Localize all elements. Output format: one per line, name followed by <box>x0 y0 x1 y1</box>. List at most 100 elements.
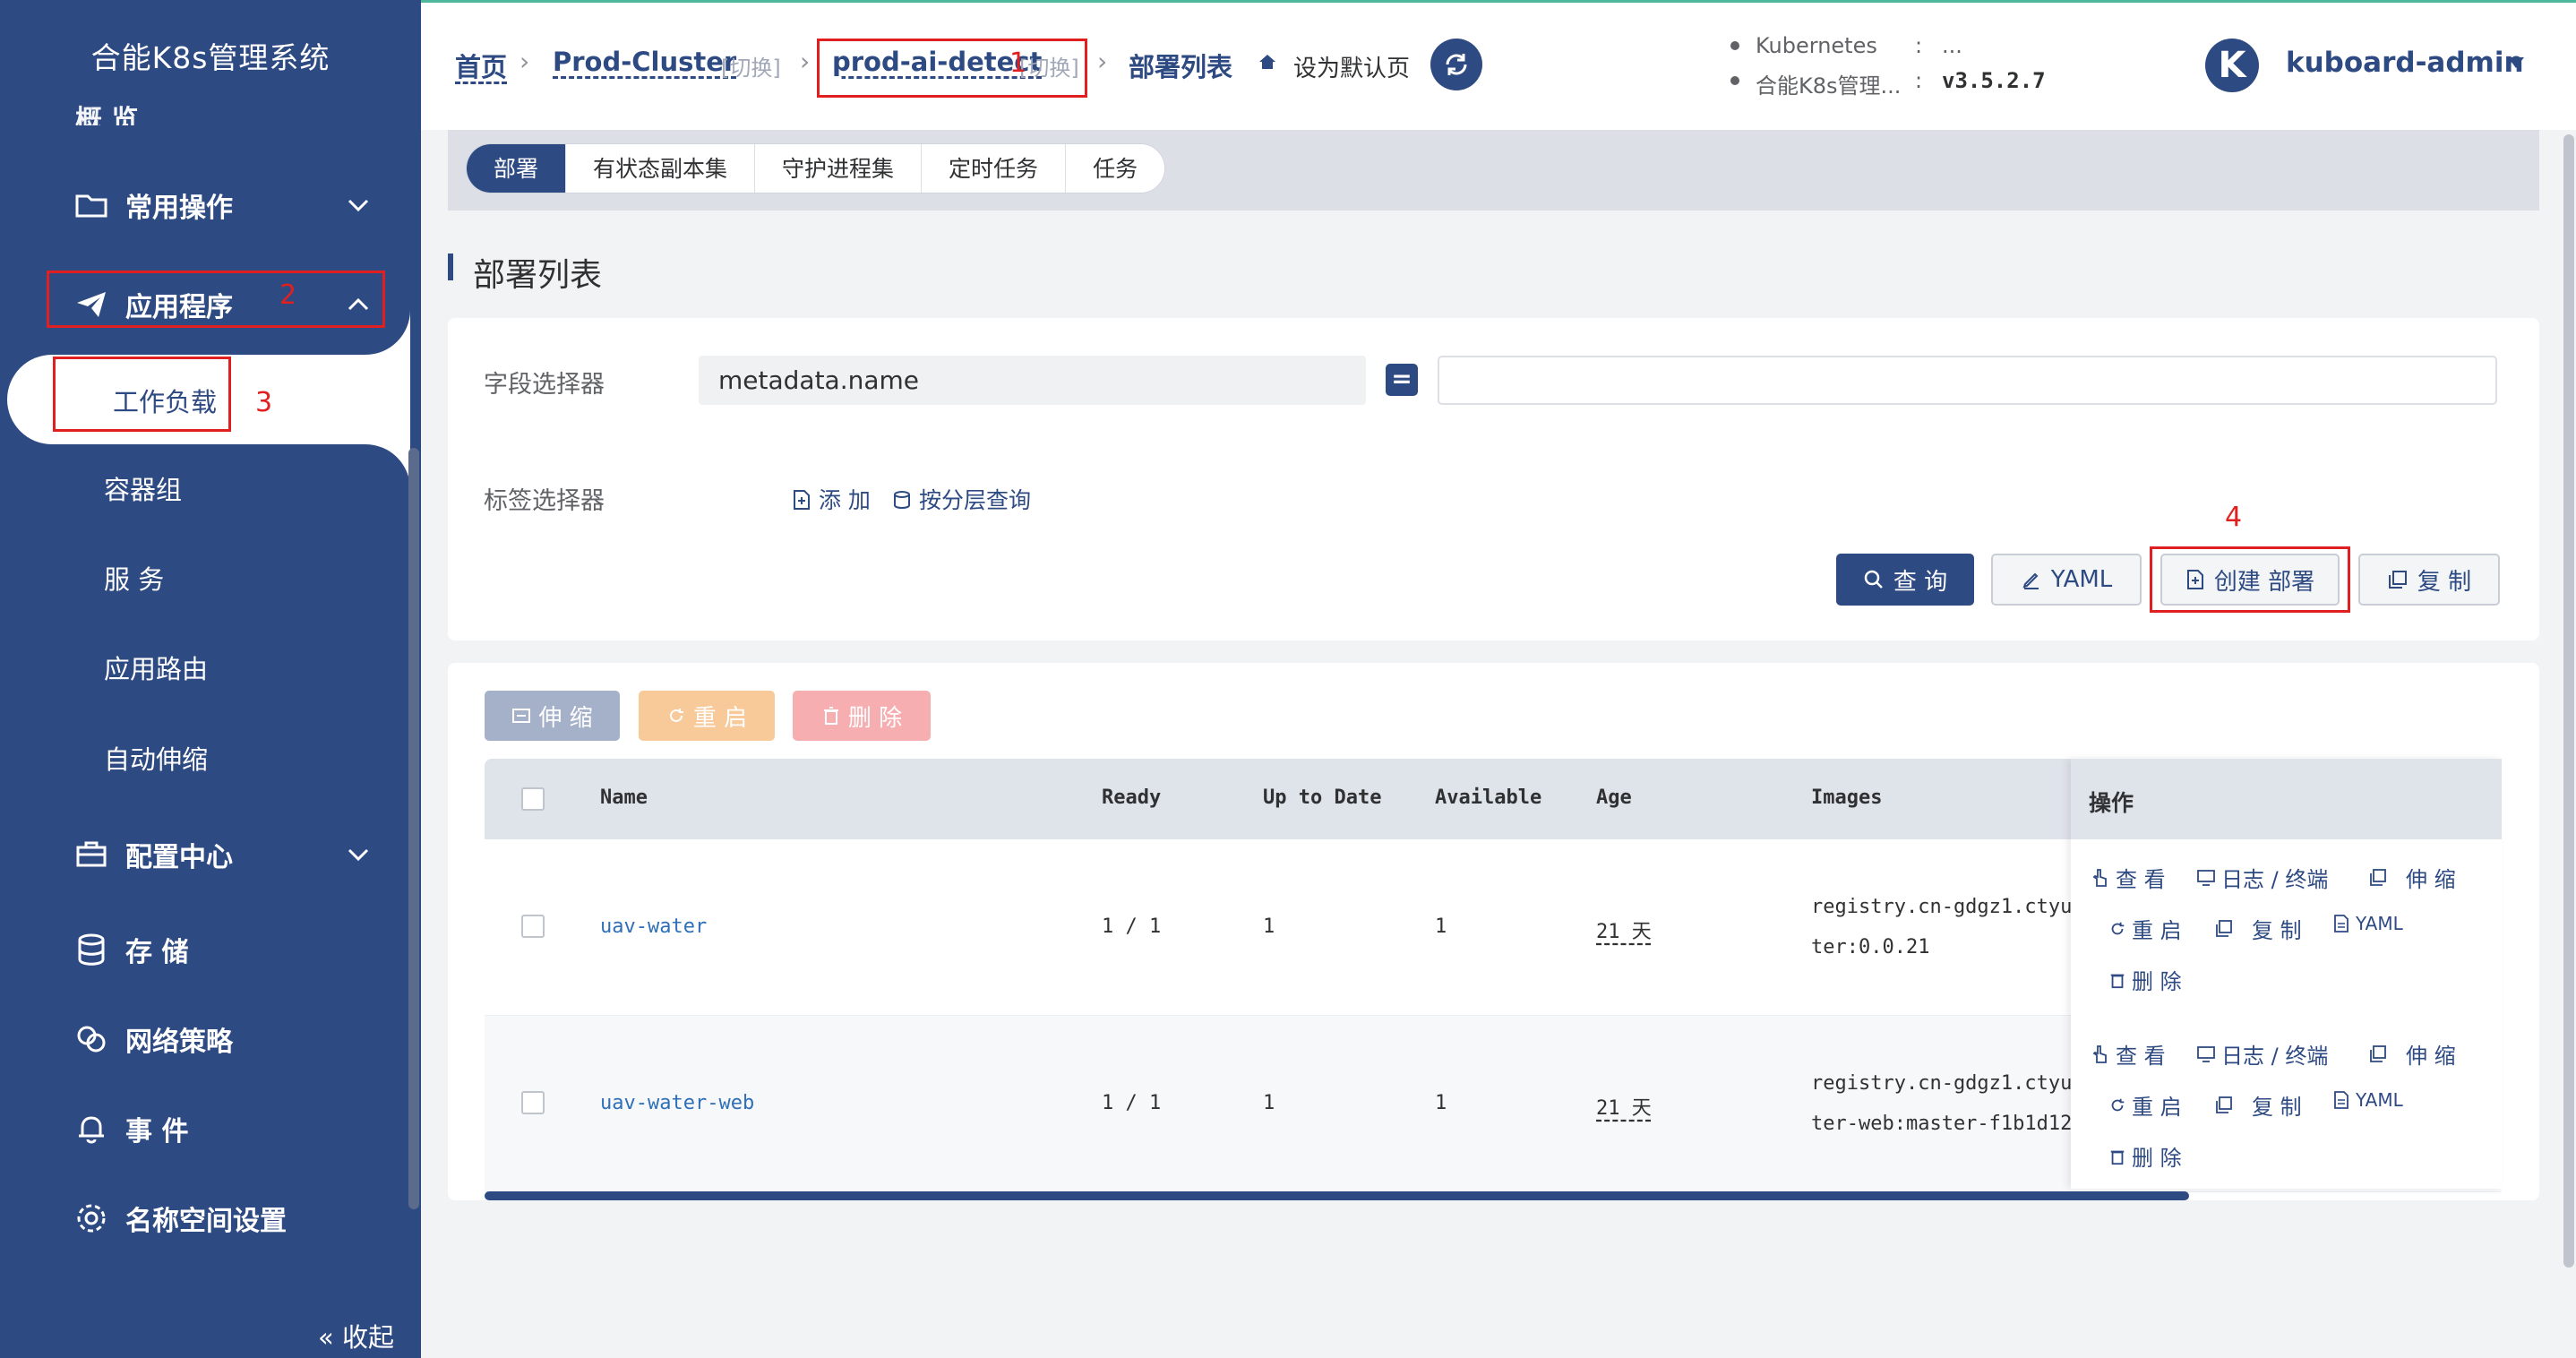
collapse-sidebar-button[interactable]: « 收起 <box>318 1317 394 1354</box>
page-vertical-scrollbar[interactable] <box>2563 134 2574 1268</box>
tab-statefulsets[interactable]: 有状态副本集 <box>566 144 756 193</box>
username[interactable]: kuboard-admin <box>2286 47 2524 79</box>
tab-cronjobs[interactable]: 定时任务 <box>922 144 1067 193</box>
tab-daemonsets[interactable]: 守护进程集 <box>755 144 923 193</box>
sidebar-subitem-label: 服 务 <box>104 564 165 595</box>
deployment-name-link[interactable]: uav-water <box>600 915 707 938</box>
cell-image-line2: ter-web:master-f1b1d12 <box>1811 1113 2073 1135</box>
sidebar-item-label: 配置中心 <box>125 842 233 873</box>
row-yaml-button[interactable]: YAML <box>2332 913 2403 934</box>
restart-label: 重 启 <box>2132 918 2182 943</box>
scale-button[interactable]: 伸 缩 <box>2368 862 2456 893</box>
column-header-available: Available <box>1435 786 1542 809</box>
logs-terminal-button[interactable]: 日志 / 终端 <box>2196 1038 2328 1070</box>
cell-image-line1: registry.cn-gdgz1.ctyu <box>1811 896 2073 918</box>
column-header-name[interactable]: Name <box>600 786 648 809</box>
cell-up-to-date: 1 <box>1263 915 1275 938</box>
kubernetes-version-label: Kubernetes <box>1756 33 1877 58</box>
annotation-box-3 <box>53 357 231 432</box>
breadcrumb-cluster[interactable]: Prod-Cluster <box>553 47 736 77</box>
sidebar-item-network-policy[interactable]: 网络策略 <box>0 999 408 1079</box>
tab-jobs[interactable]: 任务 <box>1066 144 1165 193</box>
breadcrumb-current: 部署列表 <box>1129 52 1233 82</box>
operator-equals[interactable]: = <box>1386 364 1418 396</box>
logs-terminal-label: 日志 / 终端 <box>2221 1044 2329 1069</box>
batch-delete-label: 删 除 <box>847 704 903 732</box>
sidebar-subitem-ingress[interactable]: 应用路由 <box>0 627 408 708</box>
copy-row-button[interactable]: 复 制 <box>2214 913 2302 944</box>
cell-age: 21 天 <box>1596 1097 1652 1120</box>
yaml-button[interactable]: YAML <box>1991 554 2142 606</box>
copy-row-button[interactable]: 复 制 <box>2214 1089 2302 1121</box>
refresh-button[interactable] <box>1430 39 1482 90</box>
page-title: 部署列表 <box>473 257 603 294</box>
copy-button-label: 复 制 <box>2417 568 2472 596</box>
sidebar-item-storage[interactable]: 存 储 <box>0 909 408 990</box>
scale-label: 伸 缩 <box>2406 867 2456 892</box>
table-horizontal-scrollbar[interactable] <box>485 1191 2189 1200</box>
cell-ready: 1 / 1 <box>1102 915 1162 938</box>
tab-deployments[interactable]: 部署 <box>467 144 567 193</box>
copy-icon <box>2216 1096 2232 1113</box>
row-yaml-button[interactable]: YAML <box>2332 1089 2403 1111</box>
cell-up-to-date: 1 <box>1263 1092 1275 1114</box>
annotation-number-2: 2 <box>279 279 297 311</box>
sidebar-subitem-services[interactable]: 服 务 <box>0 537 408 618</box>
batch-restart-button[interactable]: 重 启 <box>639 691 775 741</box>
field-name-input[interactable]: metadata.name <box>699 356 1366 405</box>
cluster-switch-link[interactable]: [切换] <box>721 50 781 82</box>
sidebar-subitem-autoscaling[interactable]: 自动伸缩 <box>0 718 408 798</box>
sidebar-item-namespace-settings[interactable]: 名称空间设置 <box>0 1178 408 1259</box>
operations-header: 操作 <box>2071 759 2502 839</box>
copy-icon <box>2216 919 2232 937</box>
delete-row-button[interactable]: 删 除 <box>2108 964 2182 995</box>
cell-age: 21 天 <box>1596 921 1652 943</box>
trash-icon <box>823 707 838 725</box>
yaml-button-label: YAML <box>2050 566 2113 593</box>
copy-button[interactable]: 复 制 <box>2358 554 2500 606</box>
file-add-icon <box>794 490 810 510</box>
batch-delete-button[interactable]: 删 除 <box>793 691 931 741</box>
annotation-number-4: 4 <box>2225 502 2243 533</box>
sidebar-subitem-pods[interactable]: 容器组 <box>0 448 408 529</box>
scale-button[interactable]: 伸 缩 <box>2368 1038 2456 1070</box>
app-version-label: 合能K8s管理... <box>1756 73 1902 99</box>
chevron-down-icon <box>342 189 374 221</box>
annotation-number-3: 3 <box>255 387 273 418</box>
breadcrumb-separator: › <box>519 47 530 76</box>
select-all-checkbox[interactable] <box>521 787 545 811</box>
add-label-button[interactable]: 添 加 <box>792 483 871 515</box>
pointer-hand-icon <box>2092 868 2107 887</box>
annotation-number-1: 1 <box>1009 47 1027 79</box>
logs-terminal-button[interactable]: 日志 / 终端 <box>2196 862 2328 893</box>
batch-scale-button[interactable]: 伸 缩 <box>485 691 620 741</box>
sidebar-item-config-center[interactable]: 配置中心 <box>0 814 408 895</box>
sidebar-scrollbar[interactable] <box>408 448 419 1209</box>
restart-button[interactable]: 重 启 <box>2108 913 2182 944</box>
monitor-icon <box>2197 869 2215 886</box>
view-button[interactable]: 查 看 <box>2091 1038 2166 1070</box>
layered-query-button[interactable]: 按分层查询 <box>892 483 1031 515</box>
sidebar-item-label: 常用操作 <box>125 193 233 224</box>
deployment-name-link[interactable]: uav-water-web <box>600 1092 754 1114</box>
database-icon <box>894 491 910 509</box>
logs-terminal-label: 日志 / 终端 <box>2221 867 2329 892</box>
query-button[interactable]: 查 询 <box>1836 554 1974 606</box>
avatar[interactable]: K <box>2205 39 2259 92</box>
delete-row-button[interactable]: 删 除 <box>2108 1140 2182 1172</box>
row-checkbox[interactable] <box>521 1091 545 1114</box>
sidebar-item-overview-partial[interactable]: 概 览 <box>75 90 138 125</box>
sidebar-item-events[interactable]: 事 件 <box>0 1088 408 1169</box>
restart-label: 重 启 <box>2132 1095 2182 1120</box>
view-button[interactable]: 查 看 <box>2091 862 2166 893</box>
column-header-up-to-date: Up to Date <box>1263 786 1382 809</box>
annotation-box-2 <box>47 271 385 328</box>
breadcrumb-home[interactable]: 首页 <box>455 47 507 84</box>
field-value-input[interactable] <box>1438 356 2497 405</box>
sidebar-item-common-ops[interactable]: 常用操作 <box>0 165 408 245</box>
version-bullet <box>1730 41 1739 50</box>
set-default-page-link[interactable]: 设为默认页 <box>1293 50 1410 83</box>
row-checkbox[interactable] <box>521 915 545 938</box>
caret-down-icon[interactable] <box>2508 57 2524 68</box>
restart-button[interactable]: 重 启 <box>2108 1089 2182 1121</box>
